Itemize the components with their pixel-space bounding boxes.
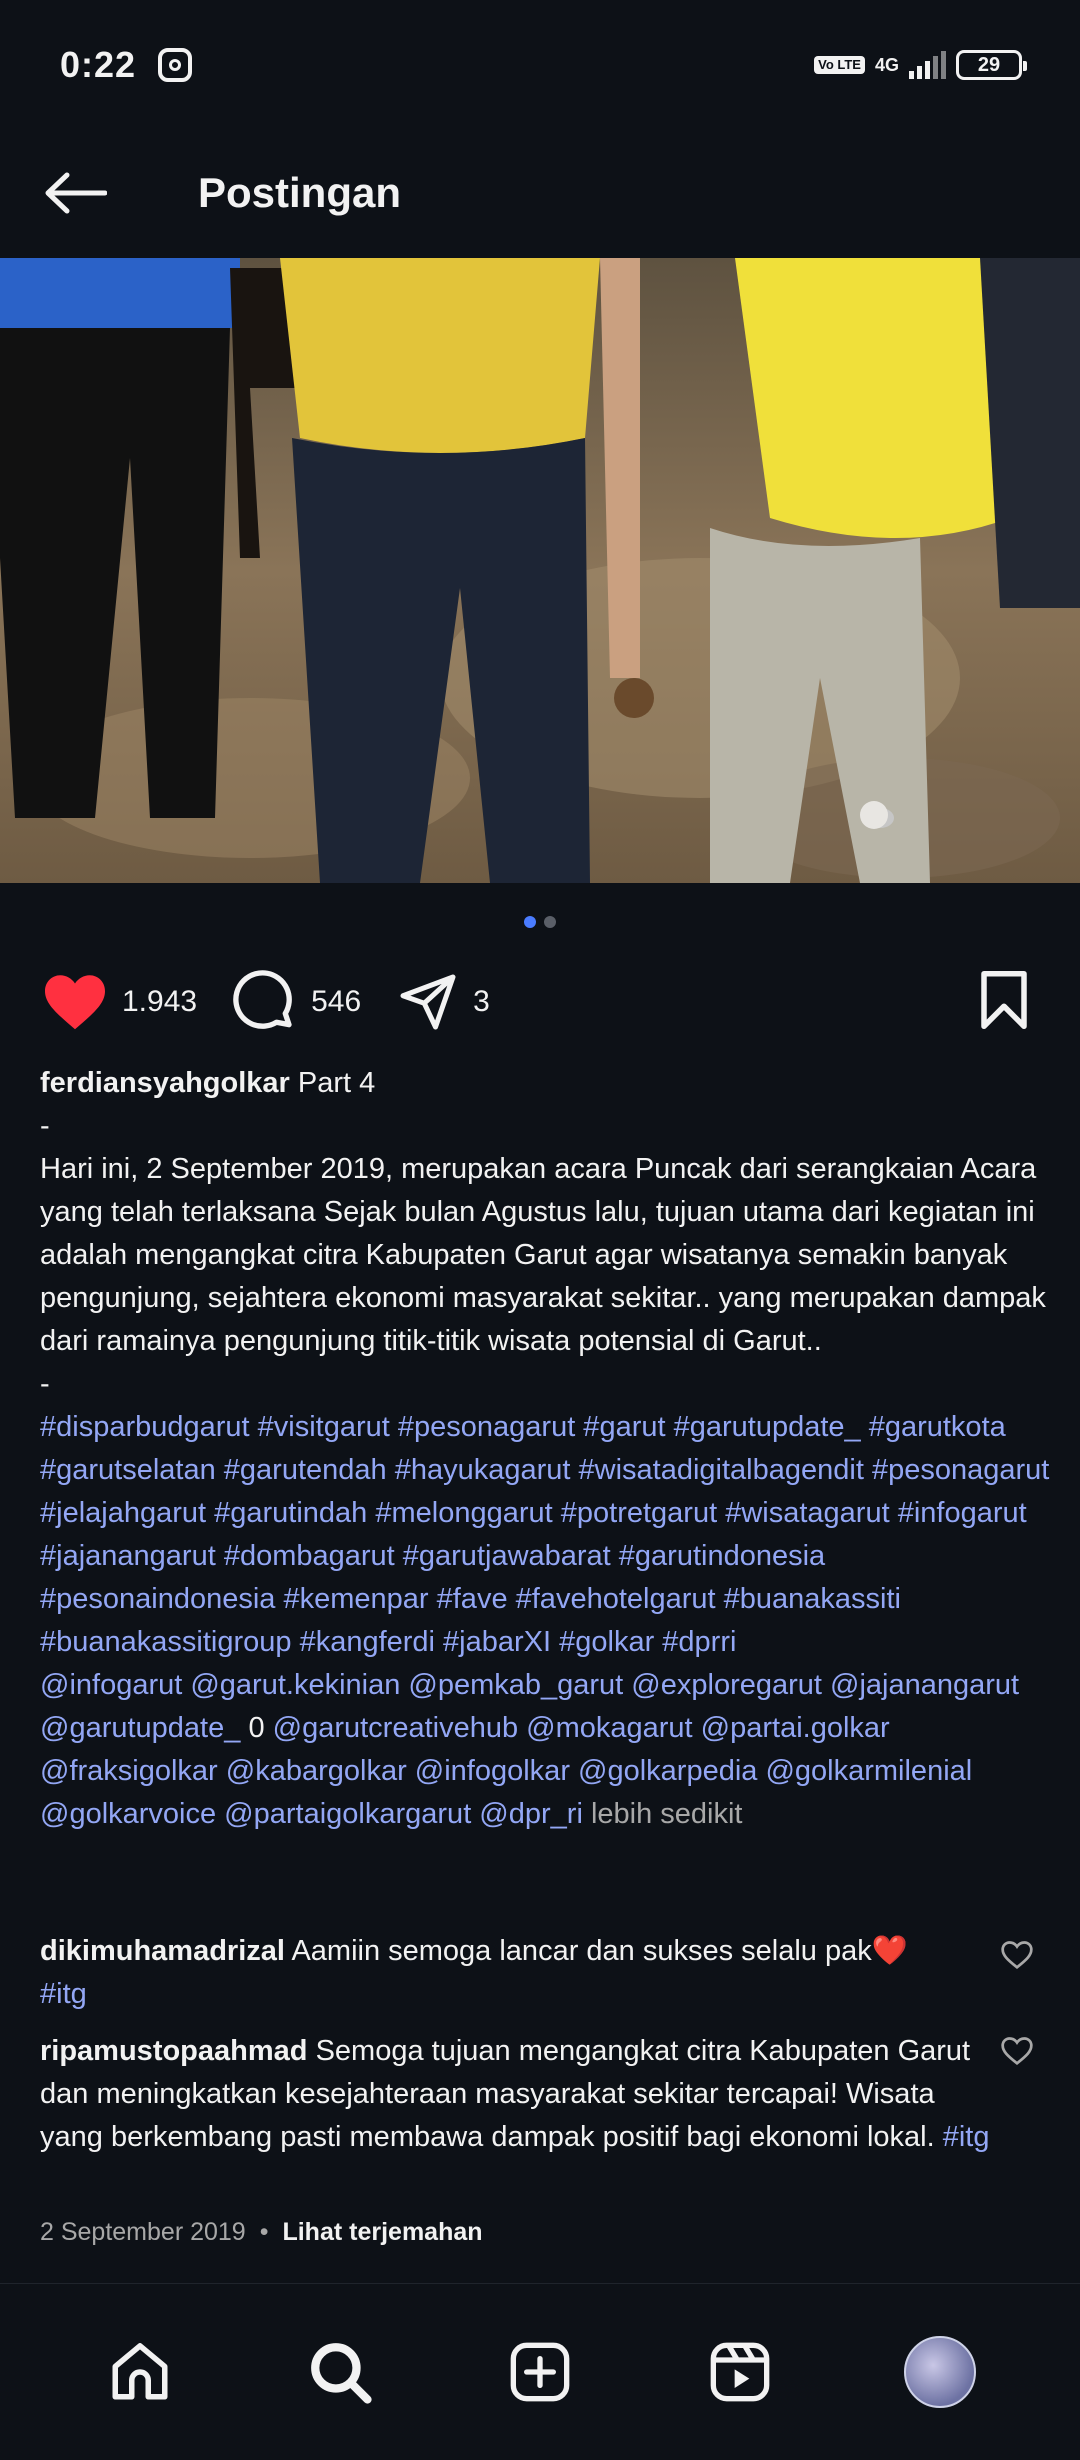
post-caption: ferdiansyahgolkar Part 4 - Hari ini, 2 S…	[40, 1062, 1050, 1836]
nav-search[interactable]	[295, 2327, 385, 2417]
carousel-indicator	[0, 916, 1080, 928]
battery-icon: 29	[956, 50, 1027, 80]
post-actions: 1.943 546 3	[0, 962, 1080, 1042]
meta-separator: •	[259, 2218, 269, 2246]
comment-hashtag[interactable]: #itg	[943, 2121, 990, 2153]
app-header: Postingan	[0, 130, 1080, 255]
show-less-link[interactable]: lebih sedikit	[591, 1798, 743, 1830]
comment-like-button[interactable]	[1000, 1940, 1034, 1975]
see-translation-link[interactable]: Lihat terjemahan	[282, 2218, 482, 2247]
comment-item: ripamustopaahmad Semoga tujuan mengangka…	[40, 2030, 1000, 2159]
caption-dash: -	[40, 1368, 50, 1400]
nav-home[interactable]	[95, 2327, 185, 2417]
caption-hashtags[interactable]: #disparbudgarut #visitgarut #pesonagarut…	[40, 1406, 1050, 1664]
caption-title: Part 4	[297, 1067, 376, 1099]
volte-icon: Vo LTE	[814, 56, 865, 74]
post-photo	[0, 258, 1080, 883]
bottom-navigation	[0, 2283, 1080, 2460]
network-type: 4G	[874, 54, 899, 75]
heart-outline-icon	[1001, 2037, 1033, 2066]
nav-create[interactable]	[495, 2327, 585, 2417]
caption-username[interactable]: ferdiansyahgolkar	[40, 1067, 290, 1099]
comment-username[interactable]: dikimuhamadrizal	[40, 1935, 285, 1967]
caption-zero: 0	[248, 1712, 265, 1744]
instagram-notification-icon	[158, 48, 193, 82]
save-button[interactable]	[978, 970, 1030, 1035]
share-count: 3	[473, 985, 490, 1018]
search-icon	[311, 2343, 372, 2404]
post-date: 2 September 2019	[40, 2218, 246, 2246]
send-paper-plane-icon	[400, 974, 456, 1030]
page-title: Postingan	[198, 168, 402, 216]
comment-item: dikimuhamadrizal Aamiin semoga lancar da…	[40, 1930, 1040, 2016]
like-button[interactable]: 1.943	[42, 972, 197, 1032]
heart-outline-icon	[1001, 1941, 1033, 1970]
comment-count: 546	[311, 985, 362, 1018]
comment-button[interactable]: 546	[233, 970, 361, 1034]
comment-bubble-icon	[233, 970, 292, 1029]
plus-square-icon	[510, 2342, 570, 2402]
post-image[interactable]	[0, 258, 1080, 883]
caption-body: Hari ini, 2 September 2019, merupakan ac…	[40, 1153, 1046, 1357]
status-bar: 0:22 Vo LTE 4G 29	[0, 0, 1080, 130]
comment-username[interactable]: ripamustopaahmad	[40, 2035, 308, 2067]
comment-hashtag[interactable]: #itg	[40, 1978, 87, 2010]
heart-filled-icon	[45, 975, 105, 1030]
like-count: 1.943	[122, 985, 198, 1018]
home-icon	[112, 2343, 168, 2400]
arrow-left-icon	[45, 172, 107, 213]
status-time: 0:22	[60, 44, 137, 85]
carousel-dot	[544, 916, 556, 928]
comment-text: Aamiin semoga lancar dan sukses selalu p…	[291, 1935, 908, 1967]
reels-icon	[710, 2342, 770, 2402]
avatar	[904, 2336, 976, 2408]
status-indicators: Vo LTE 4G 29	[814, 50, 1027, 80]
carousel-dot-active	[524, 916, 536, 928]
nav-profile[interactable]	[895, 2327, 985, 2417]
back-button[interactable]	[0, 130, 150, 255]
bookmark-icon	[981, 970, 1027, 1029]
comment-like-button[interactable]	[1000, 2036, 1034, 2071]
signal-icon	[909, 51, 946, 79]
nav-reels[interactable]	[695, 2327, 785, 2417]
share-button[interactable]: 3	[397, 972, 490, 1032]
post-meta: 2 September 2019 • Lihat terjemahan	[40, 2218, 483, 2247]
caption-dash: -	[40, 1110, 50, 1142]
